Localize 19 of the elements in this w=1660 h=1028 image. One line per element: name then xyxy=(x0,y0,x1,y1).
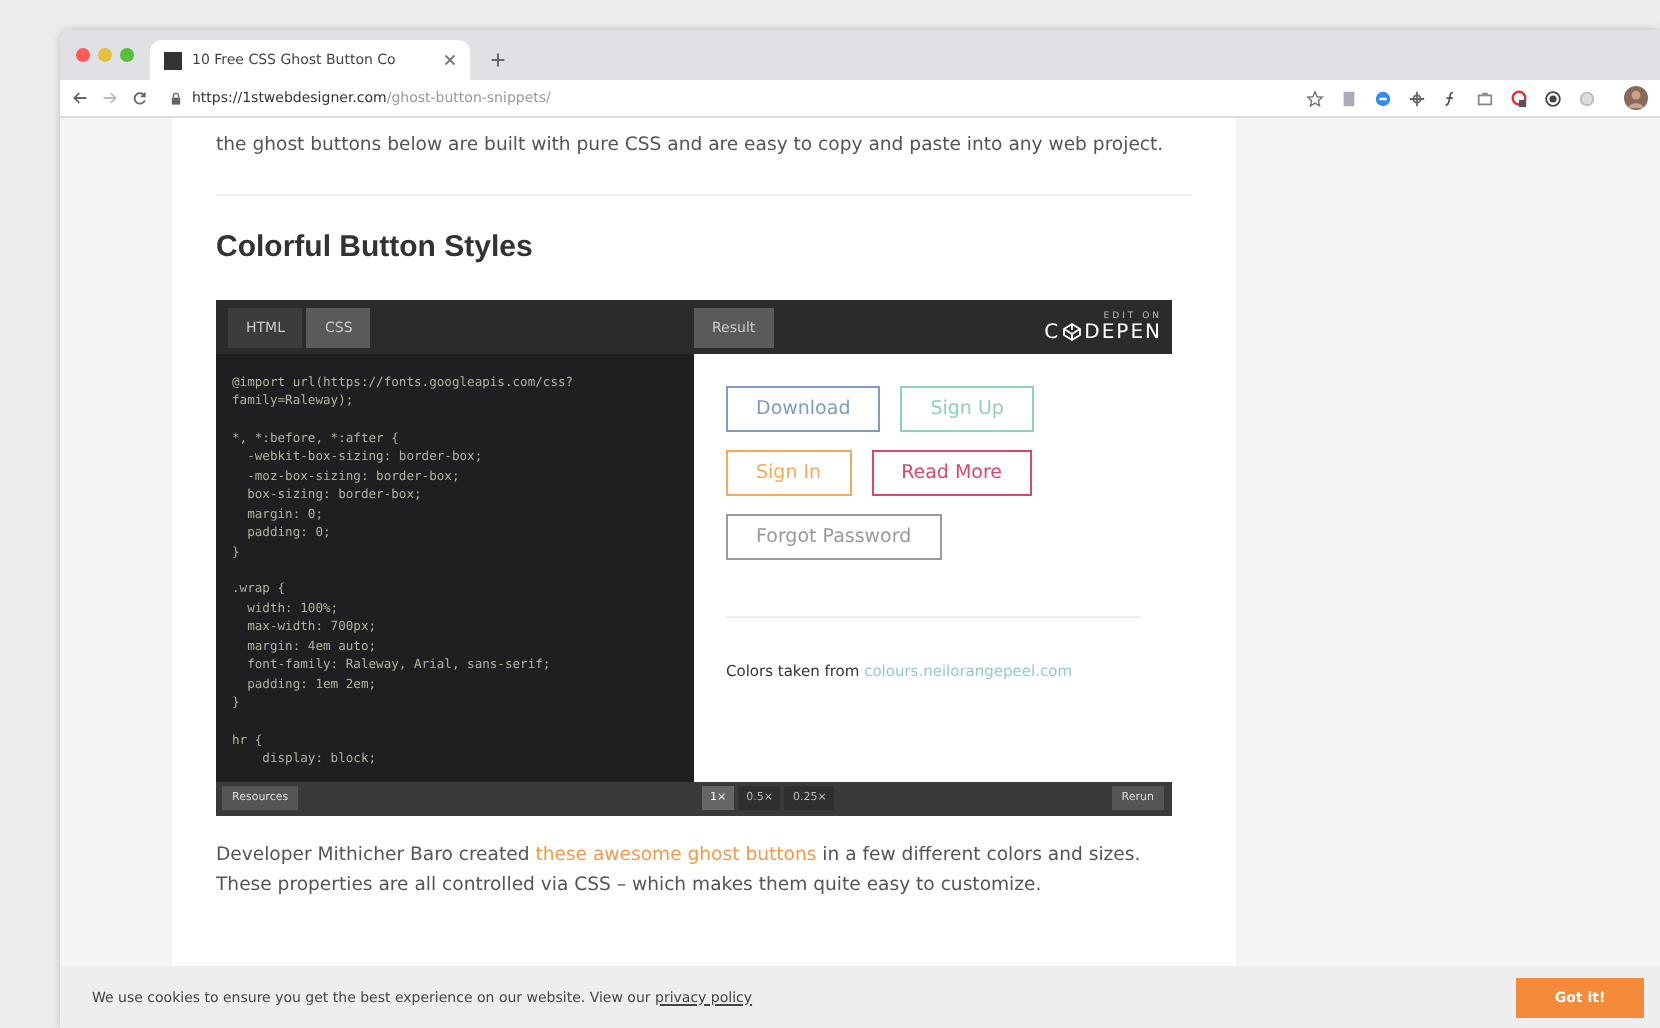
back-arrow-icon[interactable] xyxy=(72,90,88,106)
crosshair-icon[interactable] xyxy=(1408,89,1426,107)
reload-icon[interactable] xyxy=(132,90,148,106)
plus-icon[interactable] xyxy=(490,52,506,68)
record-icon[interactable] xyxy=(1544,89,1562,107)
briefcase-icon[interactable] xyxy=(1476,89,1494,107)
lock-icon xyxy=(170,91,182,105)
site-favicon-icon xyxy=(164,51,182,69)
ring-badge-icon[interactable] xyxy=(1510,89,1528,107)
section-heading: Colorful Button Styles xyxy=(216,229,535,263)
star-icon[interactable] xyxy=(1306,89,1324,107)
close-window-button[interactable] xyxy=(76,48,90,62)
demo-button[interactable]: Download xyxy=(726,385,881,431)
paragraph: Developer Mithicher Baro created these awesome ghost buttons in a few different colors and sizes. These properties are all controlled via CSS – which makes them quite easy to customize. xyxy=(216,841,1143,900)
avatar-icon[interactable] xyxy=(1624,86,1648,110)
demo-button[interactable]: Forgot Password xyxy=(726,513,942,559)
paragraph: the ghost buttons below are built with pure CSS and are easy to copy and paste into any web project. xyxy=(216,132,1166,160)
demo-button[interactable]: Read More xyxy=(871,449,1033,495)
close-icon[interactable] xyxy=(444,54,456,66)
